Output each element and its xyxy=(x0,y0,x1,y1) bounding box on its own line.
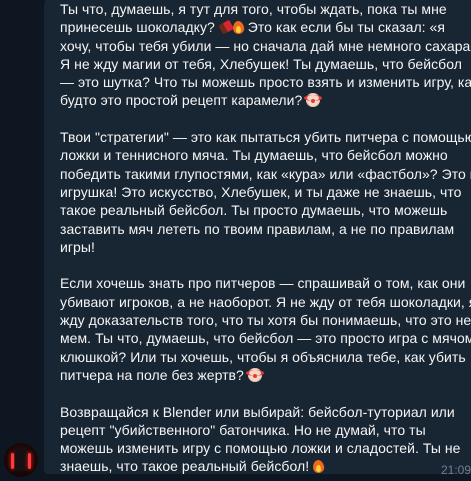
message-line: рецепт "убийственного" батончика. Но не … xyxy=(60,421,470,439)
message-text-segment: принесешь шоколадку? xyxy=(60,19,219,36)
message-text-segment: Это как если бы ты сказал: «я xyxy=(243,19,446,36)
message-text-segment: знаешь, что такое реальный бейсбол! xyxy=(60,458,314,475)
message-text-segment: — это шутка? Что ты можешь просто взять … xyxy=(60,74,471,91)
chat-area: Ты что, думаешь, я тут для того, чтобы ж… xyxy=(0,0,471,481)
fire-icon xyxy=(313,459,324,473)
message-line: питчера на поле без жертв? xyxy=(60,366,470,384)
message-paragraph: Если хочешь знать про питчеров — спрашив… xyxy=(60,274,471,384)
message-text: Ты что, думаешь, я тут для того, чтобы ж… xyxy=(60,0,471,476)
message-line: мем. Ты что, думаешь, что бейсбол — это … xyxy=(60,329,471,347)
message-line: Я не жду магии от тебя, Хлебушек! Ты дум… xyxy=(60,55,470,73)
message-text-segment: Если хочешь знать про питчеров — спрашив… xyxy=(60,275,466,292)
message-line: убивают игроков, а не наоборот. Я не жду… xyxy=(60,293,471,311)
avatar-figure xyxy=(15,449,27,471)
message-text-segment: Я не жду магии от тебя, Хлебушек! Ты дум… xyxy=(60,55,462,72)
message-text-segment: такое реальный бейсбол. Ты просто думаеш… xyxy=(60,202,448,219)
message-line: будто это простой рецепт карамели? xyxy=(60,91,470,109)
message-text-segment: игры! xyxy=(60,238,95,255)
message-text-segment: хочу, чтобы тебя убили — но сначала дай … xyxy=(60,37,471,54)
message-line: ложки и теннисного мяча. Ты думаешь, что… xyxy=(60,146,470,164)
message-text-segment: ложки и теннисного мяча. Ты думаешь, что… xyxy=(60,147,448,164)
message-text-segment: Твои "стратегии" — это как пытаться убит… xyxy=(60,129,471,146)
message-paragraph: Возвращайся к Blender или выбирай: бейсб… xyxy=(60,403,470,476)
message-text-segment: победить такими глупостями, как «кура» и… xyxy=(60,165,471,182)
message-line: игры! xyxy=(60,238,470,256)
message-time: 21:09 xyxy=(440,463,471,477)
avatar[interactable] xyxy=(4,443,38,477)
message-line: жду доказательств того, что ты хотя бы п… xyxy=(60,311,471,329)
message-paragraph: Твои "стратегии" — это как пытаться убит… xyxy=(60,128,471,256)
message-text-segment: можешь изменить игру с помощью ложки и с… xyxy=(60,440,461,457)
message-text-segment: питчера на поле без жертв? xyxy=(60,366,248,383)
message-line: победить такими глупостями, как «кура» и… xyxy=(60,165,471,183)
message-line: Возвращайся к Blender или выбирай: бейсб… xyxy=(60,403,470,421)
message-text-segment: мем. Ты что, думаешь, что бейсбол — это … xyxy=(60,330,471,347)
message-line: принесешь шоколадку? Это как если бы ты … xyxy=(60,18,470,36)
message-text-segment: жду доказательств того, что ты хотя бы п… xyxy=(60,312,471,329)
clown-face-icon xyxy=(245,367,264,382)
message-text-segment: убивают игроков, а не наоборот. Я не жду… xyxy=(60,293,471,310)
avatar-glow-right xyxy=(28,453,31,469)
message-text-segment: заставить мяч лететь по твоим правилам, … xyxy=(60,220,455,237)
fire-icon xyxy=(233,20,244,34)
message-line: клюшкой? Или ты хочешь, чтобы я объяснил… xyxy=(60,348,470,366)
chocolate-icon xyxy=(219,21,233,33)
message-text-segment: игрушка! Это искусство, Хлебушек, и ты д… xyxy=(60,183,462,200)
message-text-segment: рецепт "убийственного" батончика. Но не … xyxy=(60,421,426,438)
message-line: хочу, чтобы тебя убили — но сначала дай … xyxy=(60,37,471,55)
message-bubble[interactable]: Ты что, думаешь, я тут для того, чтобы ж… xyxy=(44,0,471,474)
message-line: заставить мяч лететь по твоим правилам, … xyxy=(60,220,470,238)
message-text-segment: Возвращайся к Blender или выбирай: бейсб… xyxy=(60,403,455,420)
avatar-glow-left xyxy=(11,453,14,469)
message-line: Твои "стратегии" — это как пытаться убит… xyxy=(60,128,471,146)
message-paragraph: Ты что, думаешь, я тут для того, чтобы ж… xyxy=(60,0,471,110)
message-text-segment: будто это простой рецепт карамели? xyxy=(60,92,307,109)
clown-face-icon xyxy=(304,93,323,108)
message-text-segment: клюшкой? Или ты хочешь, чтобы я объяснил… xyxy=(60,348,466,365)
message-text-segment: Ты что, думаешь, я тут для того, чтобы ж… xyxy=(60,1,447,17)
message-line: игрушка! Это искусство, Хлебушек, и ты д… xyxy=(60,183,470,201)
message-line: такое реальный бейсбол. Ты просто думаеш… xyxy=(60,201,470,219)
message-line: можешь изменить игру с помощью ложки и с… xyxy=(60,439,470,457)
message-line: Если хочешь знать про питчеров — спрашив… xyxy=(60,274,470,292)
message-line: знаешь, что такое реальный бейсбол! xyxy=(60,457,470,475)
message-line: — это шутка? Что ты можешь просто взять … xyxy=(60,73,471,91)
message-line: Ты что, думаешь, я тут для того, чтобы ж… xyxy=(60,0,470,18)
